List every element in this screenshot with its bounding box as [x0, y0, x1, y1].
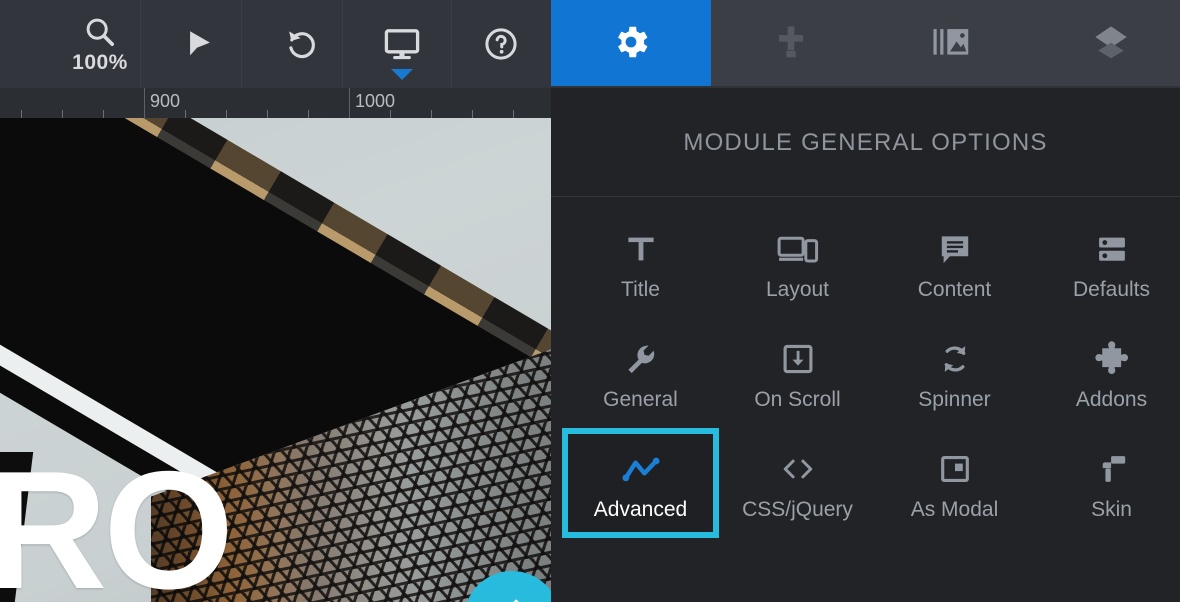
- ruler-tick: [267, 110, 268, 118]
- dpad-move-icon: [771, 22, 811, 67]
- undo-rotate-icon: [284, 26, 320, 62]
- option-label: General: [603, 388, 678, 411]
- tab-settings[interactable]: [551, 0, 711, 88]
- toolbar-divider: [342, 0, 343, 88]
- refresh-loop-icon: [937, 336, 973, 382]
- ruler-tick: [62, 110, 63, 118]
- speech-lines-icon: [937, 226, 973, 272]
- toolbar-divider: [241, 0, 242, 88]
- module-options-panel: MODULE GENERAL OPTIONS Title Layout Conten…: [551, 88, 1180, 602]
- horizontal-ruler[interactable]: 900 1000: [0, 88, 551, 118]
- option-label: Layout: [765, 278, 830, 301]
- option-label: Title: [621, 278, 660, 301]
- zoom-level-label: 100%: [72, 51, 128, 74]
- option-label: As Modal: [910, 498, 999, 521]
- zoom-control[interactable]: 100%: [50, 0, 150, 88]
- toolbar-tabs: [551, 0, 1180, 88]
- option-label: Addons: [1075, 388, 1148, 411]
- ruler-tick: [472, 110, 473, 118]
- cursor-arrow-icon: [183, 27, 217, 61]
- text-t-icon: [623, 226, 659, 272]
- option-advanced[interactable]: Advanced: [562, 428, 719, 538]
- option-label: Advanced: [593, 498, 688, 521]
- devices-icon: [777, 226, 819, 272]
- ruler-label: 1000: [355, 91, 396, 111]
- question-circle-icon: [483, 26, 519, 62]
- option-defaults[interactable]: Defaults: [1033, 208, 1180, 318]
- modal-square-icon: [937, 446, 973, 492]
- magnifier-icon: [83, 15, 117, 49]
- monitor-icon: [382, 26, 422, 62]
- option-label: On Scroll: [754, 388, 841, 411]
- ruler-tick-major: [144, 88, 145, 118]
- option-label: Content: [917, 278, 992, 301]
- option-label: Spinner: [918, 388, 991, 411]
- chevron-down-icon: [391, 69, 413, 80]
- ruler-tick: [21, 110, 22, 118]
- option-onscroll[interactable]: On Scroll: [719, 318, 876, 428]
- ruler-tick: [390, 110, 391, 118]
- option-label: Defaults: [1072, 278, 1151, 301]
- slide-headline-text[interactable]: RO: [0, 446, 234, 602]
- help-button[interactable]: [461, 0, 541, 88]
- option-layout[interactable]: Layout: [719, 208, 876, 318]
- tab-slides[interactable]: [871, 0, 1031, 88]
- ruler-tick: [103, 110, 104, 118]
- server-rows-icon: [1094, 226, 1130, 272]
- ruler-tick: [226, 110, 227, 118]
- tab-navigation[interactable]: [711, 0, 871, 88]
- ruler-tick: [513, 110, 514, 118]
- slide-canvas[interactable]: RO: [0, 118, 551, 602]
- tab-layers[interactable]: [1031, 0, 1180, 88]
- panel-title: MODULE GENERAL OPTIONS: [683, 128, 1048, 156]
- arrow-right-icon: [483, 588, 541, 602]
- code-brackets-icon: [779, 446, 817, 492]
- option-cssjquery[interactable]: CSS/jQuery: [719, 428, 876, 538]
- editor-window: 100% 900 1000 RO MODULE GENERAL OPTIONS …: [0, 0, 1180, 602]
- preview-device-button[interactable]: [362, 0, 442, 88]
- ruler-label: 900: [150, 91, 181, 111]
- toolbar-divider: [451, 0, 452, 88]
- option-addons[interactable]: Addons: [1033, 318, 1180, 428]
- ruler-tick: [185, 110, 186, 118]
- zigzag-chart-icon: [621, 446, 661, 492]
- option-label: Skin: [1091, 498, 1132, 521]
- slides-image-icon: [931, 25, 971, 64]
- layers-stack-icon: [1090, 22, 1132, 67]
- option-spinner[interactable]: Spinner: [876, 318, 1033, 428]
- options-grid: Title Layout Content Defaults General On Scro…: [551, 200, 1180, 600]
- select-tool-button[interactable]: [160, 0, 240, 88]
- panel-divider: [551, 196, 1180, 197]
- undo-button[interactable]: [262, 0, 342, 88]
- ruler-tick-major: [349, 88, 350, 118]
- gear-icon: [610, 21, 652, 68]
- ruler-tick: [308, 110, 309, 118]
- paint-roller-icon: [1094, 446, 1130, 492]
- option-title[interactable]: Title: [562, 208, 719, 318]
- ruler-tick: [431, 110, 432, 118]
- option-general[interactable]: General: [562, 318, 719, 428]
- option-skin[interactable]: Skin: [1033, 428, 1180, 538]
- wrench-icon: [623, 336, 659, 382]
- option-label: CSS/jQuery: [742, 498, 853, 521]
- top-toolbar: 100%: [0, 0, 1180, 88]
- option-content[interactable]: Content: [876, 208, 1033, 318]
- puzzle-piece-icon: [1094, 336, 1130, 382]
- toolbar-left-group: 100%: [0, 0, 551, 88]
- download-box-icon: [780, 336, 816, 382]
- option-asmodal[interactable]: As Modal: [876, 428, 1033, 538]
